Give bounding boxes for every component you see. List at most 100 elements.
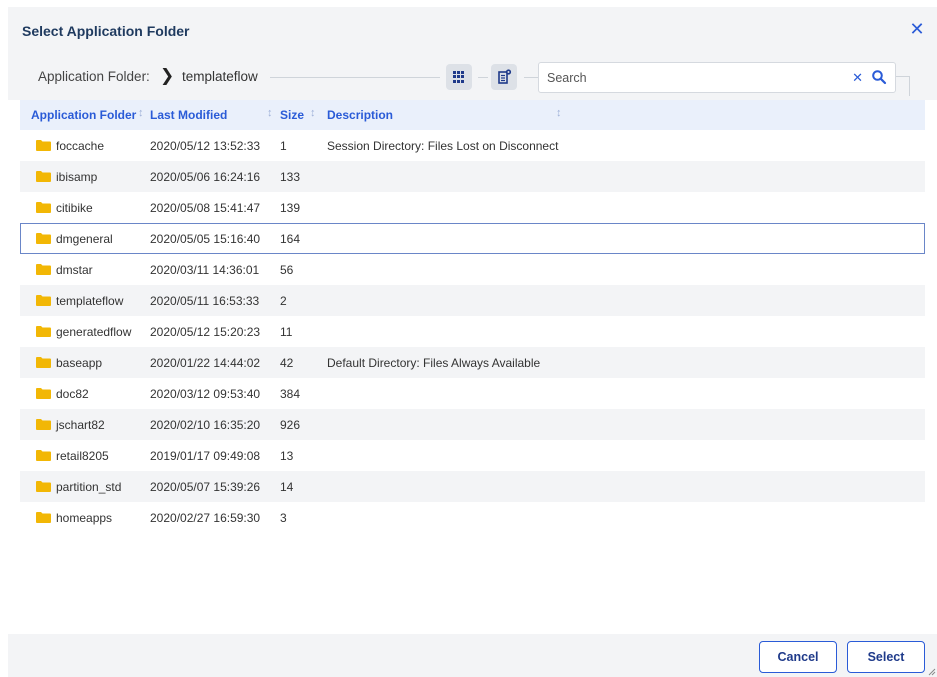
sort-icon[interactable]: ↕ bbox=[310, 107, 316, 119]
folder-name: partition_std bbox=[56, 480, 122, 494]
close-icon[interactable]: ✕ bbox=[907, 19, 927, 39]
folder-icon bbox=[36, 295, 51, 306]
properties-button[interactable] bbox=[491, 64, 517, 90]
folder-name: foccache bbox=[56, 139, 105, 153]
select-button[interactable]: Select bbox=[847, 641, 925, 673]
search-divider bbox=[896, 76, 910, 96]
breadcrumb-divider bbox=[270, 77, 440, 78]
folder-icon bbox=[36, 512, 51, 523]
last-modified: 2019/01/17 09:49:08 bbox=[150, 449, 261, 463]
table-row[interactable]: retail8205 2019/01/17 09:49:08 13 bbox=[20, 440, 925, 471]
folder-name: doc82 bbox=[56, 387, 89, 401]
folder-name: retail8205 bbox=[56, 449, 109, 463]
folder-name: baseapp bbox=[56, 356, 103, 370]
folder-icon bbox=[36, 357, 51, 368]
folder-table-body: foccache 2020/05/12 13:52:33 1 Session Dire… bbox=[20, 130, 925, 533]
breadcrumb-current-folder[interactable]: templateflow bbox=[182, 69, 258, 84]
last-modified: 2020/01/22 14:44:02 bbox=[150, 356, 261, 370]
table-row[interactable]: templateflow 2020/05/11 16:53:33 2 bbox=[20, 285, 925, 316]
search-box: ✕ bbox=[538, 62, 896, 93]
cancel-button[interactable]: Cancel bbox=[759, 641, 837, 673]
table-row[interactable]: jschart82 2020/02/10 16:35:20 926 bbox=[20, 409, 925, 440]
folder-size: 1 bbox=[280, 139, 287, 153]
folder-size: 926 bbox=[280, 418, 301, 432]
table-row[interactable]: partition_std 2020/05/07 15:39:26 14 bbox=[20, 471, 925, 502]
sort-icon[interactable]: ↕ bbox=[267, 107, 273, 119]
folder-icon bbox=[36, 450, 51, 461]
table-row[interactable]: doc82 2020/03/12 09:53:40 384 bbox=[20, 378, 925, 409]
last-modified: 2020/05/06 16:24:16 bbox=[150, 170, 261, 184]
folder-size: 384 bbox=[280, 387, 301, 401]
column-header-application-folder[interactable]: Application Folder bbox=[31, 108, 136, 122]
folder-name: ibisamp bbox=[56, 170, 98, 184]
folder-icon bbox=[36, 326, 51, 337]
chevron-right-icon: ❯ bbox=[160, 66, 175, 85]
folder-name: homeapps bbox=[56, 511, 113, 525]
folder-name: generatedflow bbox=[56, 325, 132, 339]
folder-name: dmgeneral bbox=[56, 232, 113, 246]
folder-icon bbox=[36, 419, 51, 430]
folder-size: 139 bbox=[280, 201, 301, 215]
folder-icon bbox=[36, 233, 51, 244]
table-row[interactable]: ibisamp 2020/05/06 16:24:16 133 bbox=[20, 161, 925, 192]
table-row[interactable]: dmgeneral 2020/05/05 15:16:40 164 bbox=[20, 223, 925, 254]
folder-size: 42 bbox=[280, 356, 294, 370]
last-modified: 2020/05/12 15:20:23 bbox=[150, 325, 261, 339]
folder-icon bbox=[36, 481, 51, 492]
folder-size: 56 bbox=[280, 263, 294, 277]
last-modified: 2020/03/11 14:36:01 bbox=[150, 263, 260, 277]
column-header-last-modified[interactable]: Last Modified bbox=[150, 108, 227, 122]
folder-icon bbox=[36, 388, 51, 399]
grid-view-button[interactable] bbox=[446, 64, 472, 90]
last-modified: 2020/05/08 15:41:47 bbox=[150, 201, 261, 215]
last-modified: 2020/05/07 15:39:26 bbox=[150, 480, 261, 494]
last-modified: 2020/05/05 15:16:40 bbox=[150, 232, 261, 246]
clear-icon[interactable]: ✕ bbox=[852, 70, 863, 86]
table-row[interactable]: generatedflow 2020/05/12 15:20:23 11 bbox=[20, 316, 925, 347]
dialog-footer: Cancel Select bbox=[8, 634, 937, 677]
folder-size: 14 bbox=[280, 480, 294, 494]
folder-size: 11 bbox=[280, 325, 293, 339]
folder-size: 164 bbox=[280, 232, 301, 246]
breadcrumb-label: Application Folder: bbox=[38, 69, 150, 84]
folder-size: 13 bbox=[280, 449, 294, 463]
table-row[interactable]: homeapps 2020/02/27 16:59:30 3 bbox=[20, 502, 925, 533]
folder-description: Default Directory: Files Always Availabl… bbox=[327, 356, 541, 370]
folder-icon bbox=[36, 202, 51, 213]
grid-icon bbox=[453, 71, 465, 83]
folder-name: citibike bbox=[56, 201, 93, 215]
folder-size: 2 bbox=[280, 294, 287, 308]
column-header-size[interactable]: Size bbox=[280, 108, 304, 122]
last-modified: 2020/03/12 09:53:40 bbox=[150, 387, 261, 401]
last-modified: 2020/05/12 13:52:33 bbox=[150, 139, 261, 153]
search-input[interactable] bbox=[539, 63, 839, 92]
folder-icon bbox=[36, 140, 51, 151]
folder-name: jschart82 bbox=[56, 418, 105, 432]
table-row[interactable]: citibike 2020/05/08 15:41:47 139 bbox=[20, 192, 925, 223]
toolbar-divider bbox=[478, 77, 488, 78]
properties-icon bbox=[498, 69, 512, 84]
column-header-description[interactable]: Description bbox=[327, 108, 393, 122]
last-modified: 2020/02/27 16:59:30 bbox=[150, 511, 261, 525]
dialog-titlebar: Select Application Folder ✕ bbox=[8, 7, 937, 54]
last-modified: 2020/05/11 16:53:33 bbox=[150, 294, 260, 308]
sort-icon[interactable]: ↕ bbox=[556, 107, 562, 119]
folder-icon bbox=[36, 264, 51, 275]
dialog-title: Select Application Folder bbox=[22, 23, 190, 39]
toolbar-divider bbox=[524, 77, 538, 78]
table-row[interactable]: dmstar 2020/03/11 14:36:01 56 bbox=[20, 254, 925, 285]
last-modified: 2020/02/10 16:35:20 bbox=[150, 418, 261, 432]
folder-size: 133 bbox=[280, 170, 301, 184]
table-row[interactable]: baseapp 2020/01/22 14:44:02 42 Default Dire… bbox=[20, 347, 925, 378]
folder-icon bbox=[36, 171, 51, 182]
folder-name: dmstar bbox=[56, 263, 93, 277]
folder-name: templateflow bbox=[56, 294, 124, 308]
select-application-folder-dialog: Select Application Folder ✕ Application … bbox=[8, 7, 937, 677]
sort-icon[interactable]: ↕ bbox=[138, 107, 144, 119]
resize-handle-icon[interactable] bbox=[928, 668, 936, 676]
search-icon[interactable] bbox=[871, 69, 887, 85]
table-row[interactable]: foccache 2020/05/12 13:52:33 1 Session Dire… bbox=[20, 130, 925, 161]
folder-size: 3 bbox=[280, 511, 287, 525]
breadcrumb-toolbar: Application Folder: ❯ templateflow Searc… bbox=[8, 54, 937, 100]
table-header: Application Folder ↕ Last Modified ↕ Siz… bbox=[20, 100, 925, 130]
